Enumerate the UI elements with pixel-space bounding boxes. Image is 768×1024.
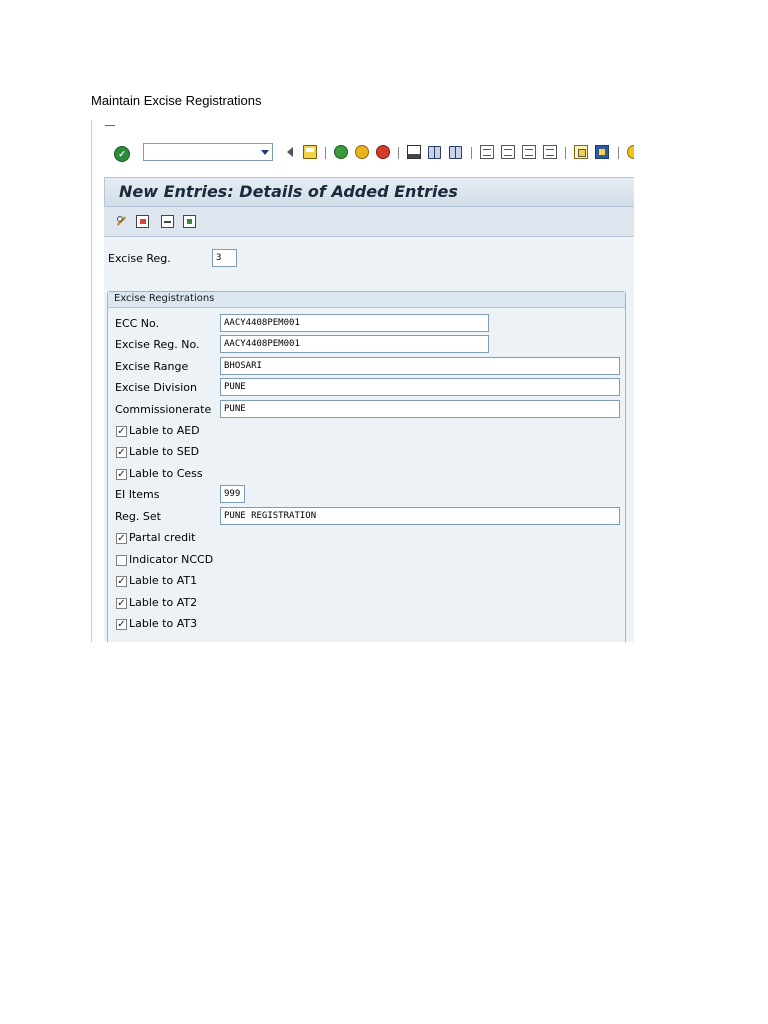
menu-bar-stub[interactable]	[105, 125, 115, 126]
lable-to-at3-label: Lable to AT3	[129, 617, 198, 630]
sap-screen: ✓ New Entries: Details of Added Entries	[91, 120, 634, 642]
ei-items-input[interactable]: 999	[220, 485, 245, 503]
form-area: Excise Reg. 3 Excise Registrations ECC N…	[104, 237, 634, 642]
indicator-nccd-label: Indicator NCCD	[129, 553, 214, 566]
partal-credit-checkbox[interactable]: ✓	[116, 533, 127, 544]
lable-to-aed-checkbox[interactable]: ✓	[116, 426, 127, 437]
ei-items-label: EI Items	[115, 488, 160, 501]
lable-to-at1-label: Lable to AT1	[129, 574, 198, 587]
reg-set-input[interactable]: PUNE REGISTRATION	[220, 507, 620, 525]
find-icon[interactable]	[427, 145, 441, 159]
previous-page-icon[interactable]	[501, 145, 515, 159]
title-bar: New Entries: Details of Added Entries	[104, 177, 634, 207]
screen-title: New Entries: Details of Added Entries	[119, 182, 458, 201]
lable-to-aed-label: Lable to AED	[129, 424, 200, 437]
standard-toolbar: ✓	[91, 138, 634, 168]
toolbar-separator	[325, 147, 326, 159]
excise-reg-input[interactable]: 3	[212, 249, 237, 267]
new-entry-icon[interactable]	[136, 215, 149, 228]
toolbar-separator	[471, 147, 472, 159]
find-next-icon[interactable]	[448, 145, 462, 159]
next-entry-icon[interactable]	[183, 215, 196, 228]
toolbar-separator	[618, 147, 619, 159]
shortcut-icon[interactable]	[595, 145, 609, 159]
toolbar-separator	[565, 147, 566, 159]
lable-to-sed-label: Lable to SED	[129, 445, 200, 458]
group-header: Excise Registrations	[108, 292, 625, 308]
commissionerate-label: Commissionerate	[115, 403, 212, 416]
ecc-no-label: ECC No.	[115, 317, 160, 330]
document-heading: Maintain Excise Registrations	[91, 93, 262, 108]
change-icon[interactable]	[115, 215, 128, 228]
print-icon[interactable]	[407, 145, 421, 159]
chevron-down-icon[interactable]	[261, 150, 269, 155]
lable-to-at2-label: Lable to AT2	[129, 596, 198, 609]
lable-to-cess-label: Lable to Cess	[129, 467, 203, 480]
application-toolbar	[104, 207, 634, 237]
lable-to-sed-checkbox[interactable]: ✓	[116, 447, 127, 458]
excise-reg-label: Excise Reg.	[108, 252, 171, 265]
help-icon[interactable]	[627, 145, 634, 159]
lable-to-at2-checkbox[interactable]: ✓	[116, 598, 127, 609]
excise-division-input[interactable]: PUNE	[220, 378, 620, 396]
excise-registrations-group: Excise Registrations ECC No. AACY4408PEM…	[107, 291, 626, 642]
excise-division-label: Excise Division	[115, 381, 197, 394]
cancel-icon[interactable]	[376, 145, 390, 159]
excise-range-input[interactable]: BHOSARI	[220, 357, 620, 375]
toolbar-separator	[398, 147, 399, 159]
lable-to-cess-checkbox[interactable]: ✓	[116, 469, 127, 480]
excise-range-label: Excise Range	[115, 360, 189, 373]
back-arrow-icon[interactable]	[284, 145, 298, 159]
indicator-nccd-checkbox[interactable]	[116, 555, 127, 566]
group-title: Excise Registrations	[114, 293, 215, 304]
exit-icon[interactable]	[355, 145, 369, 159]
reg-set-label: Reg. Set	[115, 510, 161, 523]
excise-reg-no-input[interactable]: AACY4408PEM001	[220, 335, 489, 353]
partal-credit-label: Partal credit	[129, 531, 196, 544]
save-icon[interactable]	[303, 145, 317, 159]
screen-border	[91, 120, 92, 642]
next-page-icon[interactable]	[522, 145, 536, 159]
first-page-icon[interactable]	[480, 145, 494, 159]
commissionerate-input[interactable]: PUNE	[220, 400, 620, 418]
excise-reg-no-label: Excise Reg. No.	[115, 338, 200, 351]
previous-entry-icon[interactable]	[161, 215, 174, 228]
lable-to-at3-checkbox[interactable]: ✓	[116, 619, 127, 630]
create-session-icon[interactable]	[574, 145, 588, 159]
lable-to-at1-checkbox[interactable]: ✓	[116, 576, 127, 587]
ecc-no-input[interactable]: AACY4408PEM001	[220, 314, 489, 332]
command-field[interactable]	[143, 143, 273, 161]
enter-icon[interactable]: ✓	[114, 146, 130, 162]
last-page-icon[interactable]	[543, 145, 557, 159]
back-icon[interactable]	[334, 145, 348, 159]
